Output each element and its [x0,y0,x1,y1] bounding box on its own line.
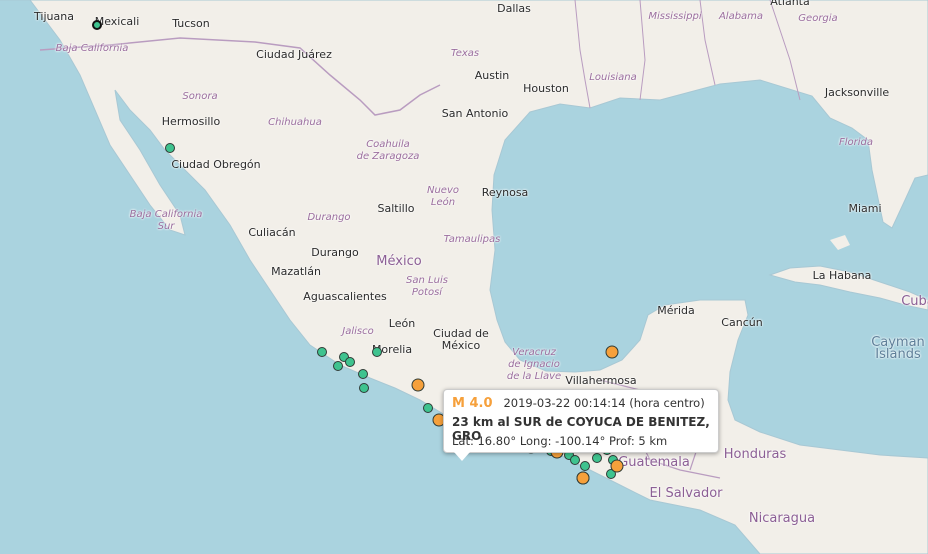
map-label-city: Austin [474,69,510,82]
map-label-state: Baja California [55,43,129,54]
earthquake-marker[interactable] [333,361,343,371]
map-label-state: Chihuahua [268,117,322,128]
earthquake-marker[interactable] [359,383,369,393]
map-label-state: Louisiana [589,72,637,83]
popup-magnitude: M 4.0 [452,396,493,411]
earthquake-marker[interactable] [411,378,425,392]
popup-header: M 4.0 2019-03-22 00:14:14 (hora centro) [452,396,705,411]
map-label-city: Atlanta [770,0,810,8]
map-label-city: León [388,317,416,330]
map-label-state: Sonora [182,91,218,102]
map-label-state: Baja California Sur [129,209,203,232]
map-label-city: Villahermosa [565,374,637,387]
map-label-sea: Cayman Islands [871,335,925,362]
map-label-country: El Salvador [649,486,723,501]
map-label-city: Reynosa [481,186,529,199]
basemap [0,0,928,554]
earthquake-marker[interactable] [576,471,590,485]
map-label-city: Ciudad de México [433,327,489,352]
map-label-city: Mérida [657,304,695,317]
map-label-city: Saltillo [377,202,415,215]
map-label-city: Durango [311,246,359,259]
map-label-country: Guatemala [618,455,690,470]
earthquake-marker[interactable] [165,143,175,153]
map-label-city: Houston [523,82,569,95]
map-label-city: Ciudad Obregón [171,158,261,171]
earthquake-marker[interactable] [358,369,368,379]
map-label-state: Florida [838,137,874,148]
earthquake-marker[interactable] [345,357,355,367]
earthquake-marker[interactable] [372,347,382,357]
popup-datetime: 2019-03-22 00:14:14 (hora centro) [503,396,705,410]
map-label-country: Nicaragua [748,511,816,526]
map-label-state: Coahuila de Zaragoza [356,139,420,162]
earthquake-marker[interactable] [592,453,602,463]
earthquake-marker[interactable] [317,347,327,357]
map-label-state: Veracruz de Ignacio de la Llave [506,347,562,382]
map-label-state: Georgia [798,13,838,24]
map-label-city: San Antonio [441,107,509,120]
map-label-city: Cancún [721,316,763,329]
map-label-city: La Habana [812,269,872,282]
map-label-state: Tamaulipas [443,234,501,245]
map-view[interactable]: Tijuana Mexicali Tucson Dallas Mississippi Al… [0,0,928,554]
map-label-city: Miami [848,202,882,215]
map-label-country: Cuba [901,294,928,309]
map-label-city: Ciudad Juárez [256,48,332,61]
map-label-state: Nuevo León [426,185,460,208]
map-label-city: Mazatlán [271,265,321,278]
map-label-city: Jacksonville [824,86,890,99]
map-label-state: Alabama [718,11,764,22]
map-label-city: Tijuana [34,10,74,23]
earthquake-marker[interactable] [610,459,624,473]
map-label-country: México [376,254,422,269]
map-label-state: Texas [450,48,480,59]
map-label-state: San Luis Potosí [406,275,448,298]
map-label-city: Dallas [497,2,531,15]
earthquake-marker[interactable] [605,345,619,359]
map-label-state: Mississippi [648,11,702,22]
map-label-country: Honduras [723,447,787,462]
map-label-city: Culiacán [248,226,296,239]
map-label-city: Aguascalientes [303,290,387,303]
earthquake-marker[interactable] [92,20,102,30]
earthquake-marker[interactable] [570,455,580,465]
earthquake-marker[interactable] [423,403,433,413]
popup-coordinates: Lat: 16.80° Long: -100.14° Prof: 5 km [452,434,668,448]
map-label-state: Jalisco [342,326,374,337]
earthquake-marker[interactable] [580,461,590,471]
map-label-city: Tucson [172,17,210,30]
earthquake-popup: M 4.0 2019-03-22 00:14:14 (hora centro) … [443,389,719,461]
map-label-city: Hermosillo [161,115,221,128]
map-label-state: Durango [307,212,351,223]
popup-tip [454,452,470,461]
